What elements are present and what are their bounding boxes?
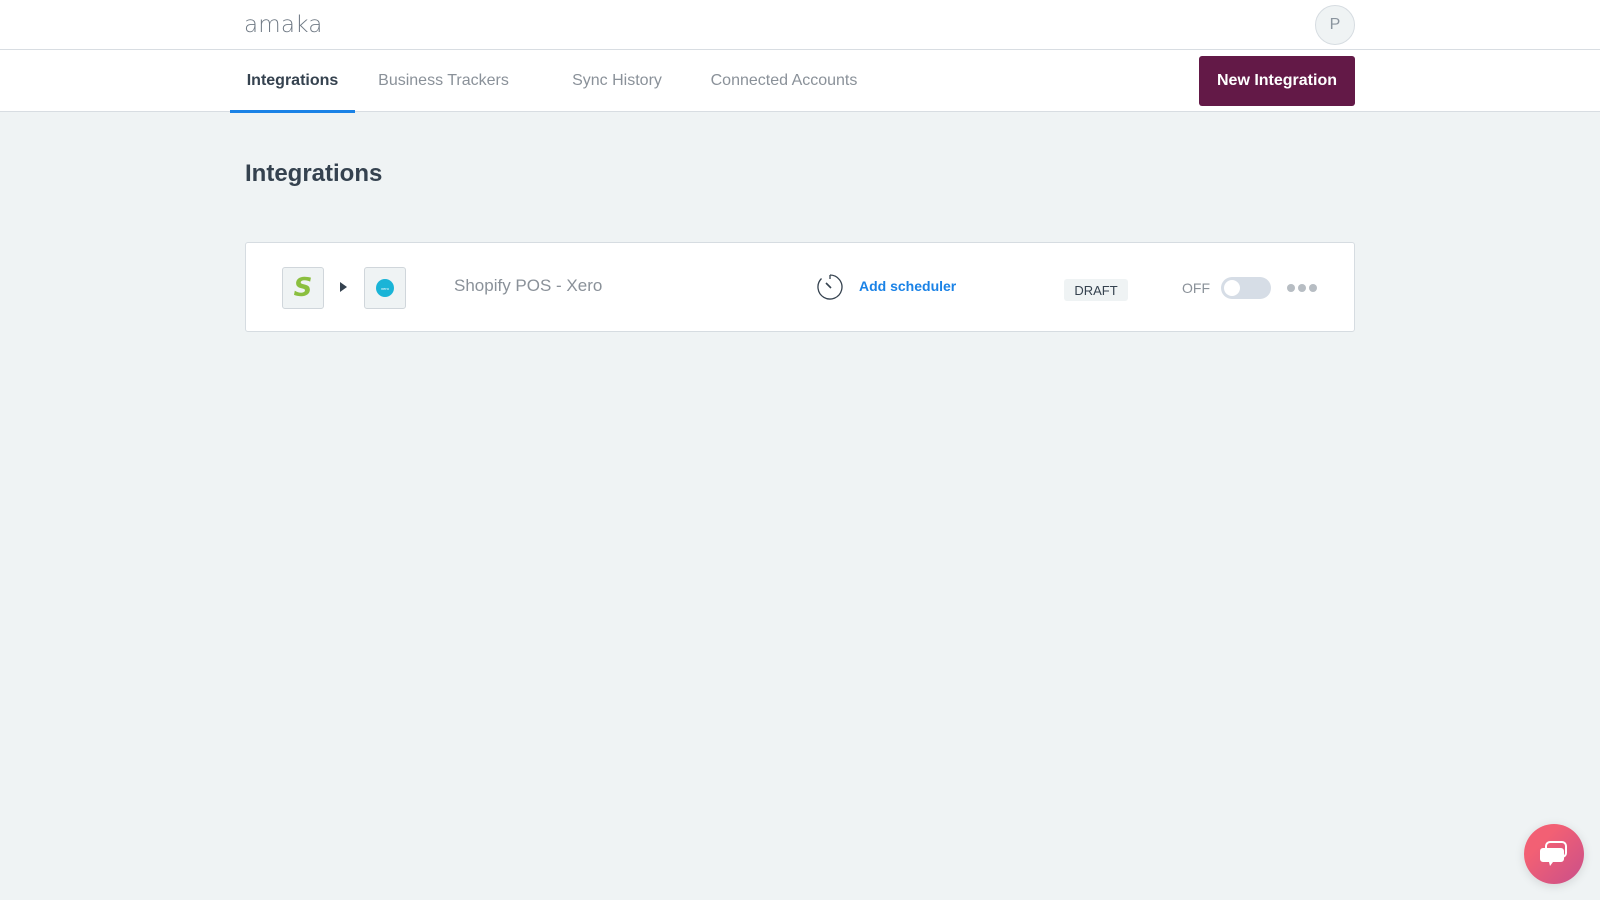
timer-icon xyxy=(817,274,843,300)
shopify-logo-letter: S xyxy=(293,273,313,303)
arrow-right-icon xyxy=(340,282,347,292)
shopify-icon: S xyxy=(282,267,324,309)
dot xyxy=(1309,284,1317,292)
app-logo[interactable]: amaka xyxy=(244,12,323,38)
chat-widget-button[interactable] xyxy=(1524,824,1584,884)
status-badge: DRAFT xyxy=(1064,279,1128,301)
more-options-icon[interactable] xyxy=(1287,279,1321,297)
page-title: Integrations xyxy=(245,160,383,187)
tab-business-trackers[interactable]: Business Trackers xyxy=(370,50,517,112)
tab-sync-history[interactable]: Sync History xyxy=(566,50,668,112)
add-scheduler-link[interactable]: Add scheduler xyxy=(859,278,956,294)
toggle-state-label: OFF xyxy=(1182,280,1210,296)
dot xyxy=(1298,284,1306,292)
xero-logo: xero xyxy=(376,279,394,297)
top-bar: amaka P xyxy=(0,0,1600,50)
dot xyxy=(1287,284,1295,292)
tab-connected-accounts[interactable]: Connected Accounts xyxy=(706,50,862,112)
integration-name[interactable]: Shopify POS - Xero xyxy=(454,276,602,296)
new-integration-button[interactable]: New Integration xyxy=(1199,56,1355,106)
integration-row[interactable]: S xero Shopify POS - Xero Add scheduler … xyxy=(245,242,1355,332)
user-avatar[interactable]: P xyxy=(1315,5,1355,45)
toggle-knob xyxy=(1224,280,1240,296)
xero-icon: xero xyxy=(364,267,406,309)
chat-bubble-icon xyxy=(1540,841,1567,866)
nav-bar: Integrations Business Trackers Sync Hist… xyxy=(0,50,1600,113)
tab-integrations[interactable]: Integrations xyxy=(230,50,355,113)
enable-toggle[interactable] xyxy=(1221,277,1271,299)
